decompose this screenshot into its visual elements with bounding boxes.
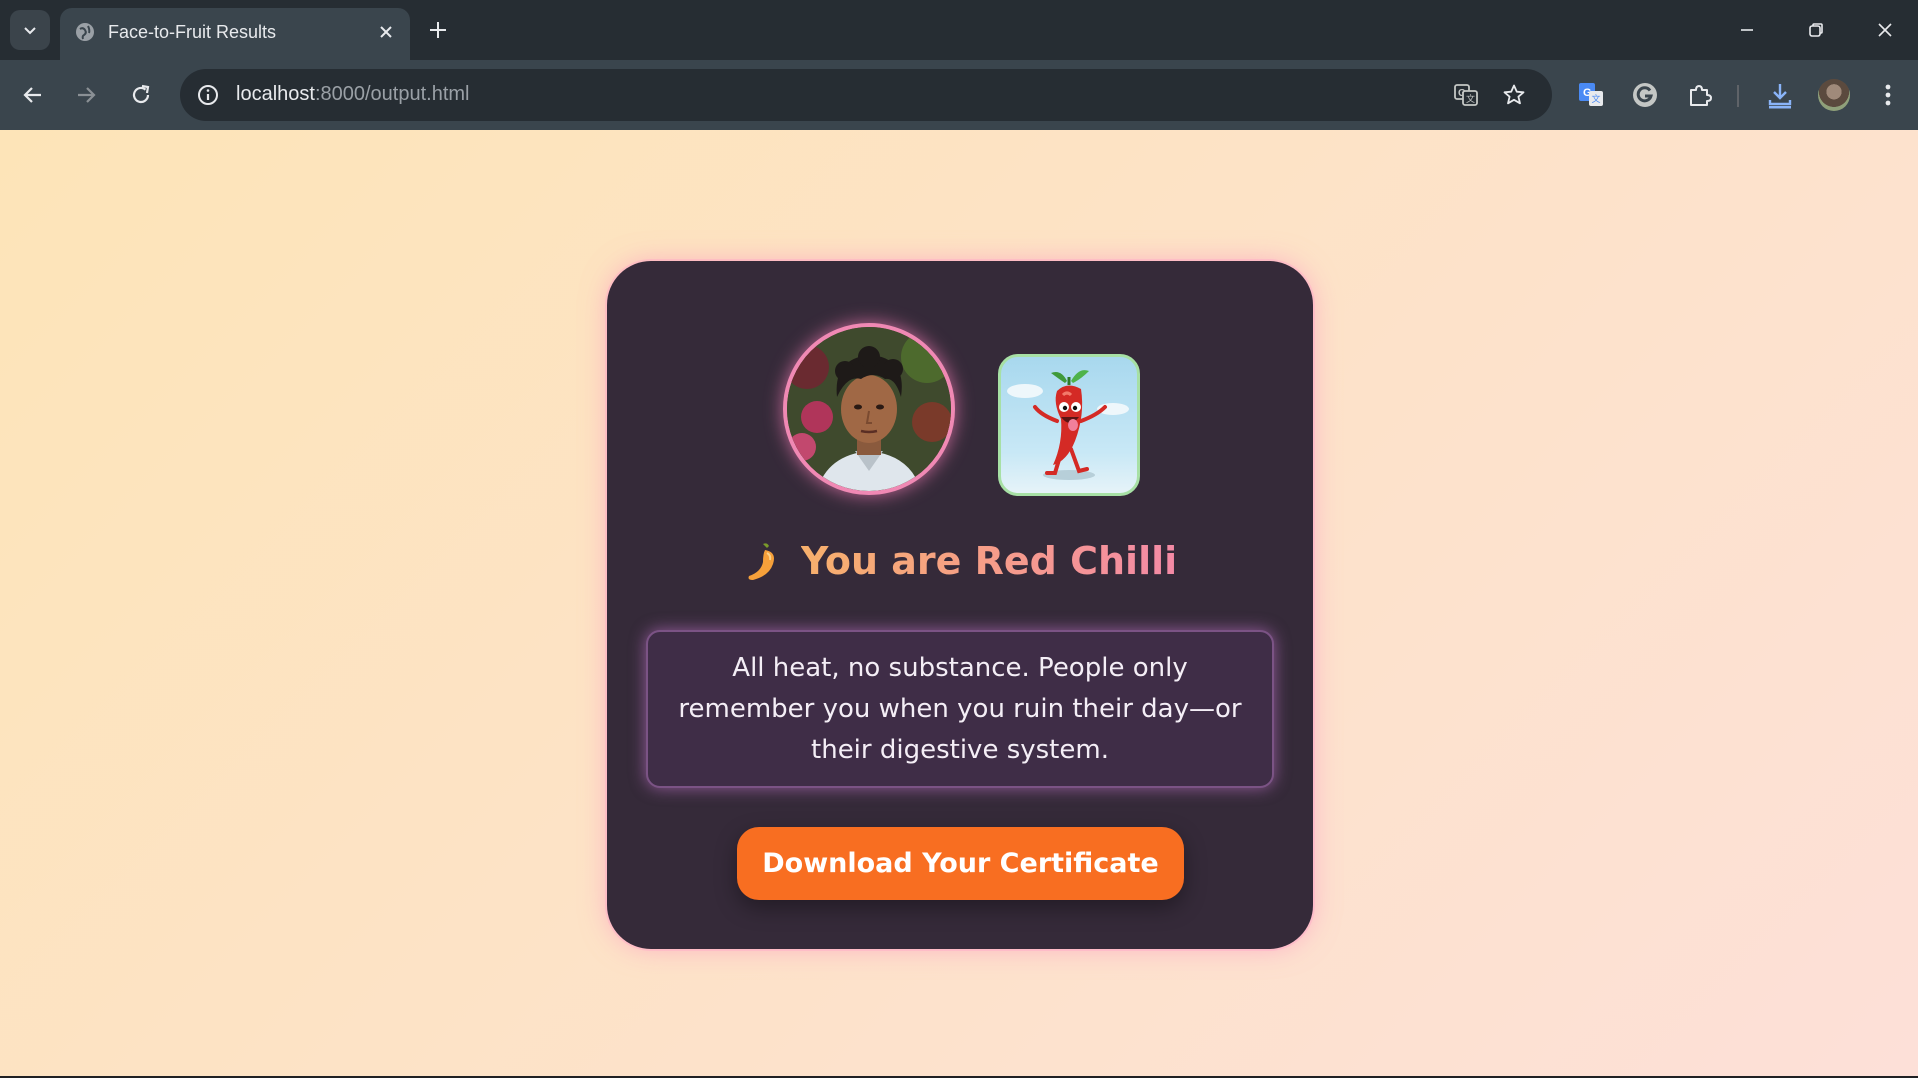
page-viewport: You are Red Chilli All heat, no substanc… — [0, 130, 1918, 1078]
chrome-menu-button[interactable] — [1870, 77, 1906, 113]
star-icon — [1503, 84, 1525, 105]
browser-toolbar: localhost:8000/output.html G文 G文 — [0, 60, 1918, 130]
restore-button[interactable] — [1798, 12, 1834, 48]
reload-button[interactable] — [123, 77, 159, 113]
svg-text:文: 文 — [1592, 93, 1601, 104]
google-translate-icon: G文 — [1579, 83, 1603, 106]
close-window-button[interactable] — [1867, 12, 1903, 48]
result-card: You are Red Chilli All heat, no substanc… — [607, 261, 1313, 949]
globe-icon — [74, 21, 96, 48]
minimize-button[interactable] — [1729, 12, 1765, 48]
google-translate-extension[interactable]: G文 — [1573, 77, 1609, 113]
url-host: localhost — [236, 83, 315, 105]
address-bar[interactable]: localhost:8000/output.html G文 — [180, 69, 1552, 121]
restore-icon — [1809, 23, 1823, 37]
site-info-button[interactable] — [192, 79, 224, 111]
new-tab-button[interactable] — [424, 16, 452, 44]
close-icon — [380, 26, 392, 38]
extensions-button[interactable] — [1682, 77, 1718, 113]
info-icon — [198, 85, 218, 105]
forward-button[interactable] — [68, 77, 104, 113]
translate-button[interactable]: G文 — [1450, 79, 1482, 111]
plus-icon — [430, 22, 446, 38]
grammarly-extension[interactable] — [1627, 77, 1663, 113]
close-icon — [1878, 23, 1892, 37]
minimize-icon — [1741, 29, 1753, 31]
hot-pepper-icon — [748, 543, 774, 580]
roast-description-box: All heat, no substance. People only reme… — [646, 630, 1274, 788]
profile-avatar[interactable] — [1818, 79, 1850, 111]
url-text[interactable]: localhost:8000/output.html — [236, 83, 470, 106]
tab-title: Face-to-Fruit Results — [108, 22, 277, 42]
headline-text: You are Red Chilli — [800, 539, 1178, 583]
forward-arrow-icon — [78, 87, 96, 103]
download-icon — [1768, 84, 1792, 109]
tab-strip: Face-to-Fruit Results — [0, 0, 1918, 60]
tab-search-button[interactable] — [10, 10, 50, 50]
url-path: :8000/output.html — [314, 83, 470, 105]
downloads-button[interactable] — [1762, 77, 1798, 113]
toolbar-divider — [1737, 85, 1739, 107]
back-button[interactable] — [15, 77, 51, 113]
active-tab[interactable]: Face-to-Fruit Results — [60, 8, 410, 60]
reload-icon — [132, 84, 150, 104]
download-certificate-button[interactable]: Download Your Certificate — [737, 827, 1184, 900]
roast-text: All heat, no substance. People only reme… — [678, 652, 1242, 765]
back-arrow-icon — [23, 87, 41, 103]
fruit-image — [998, 354, 1140, 496]
tab-close-button[interactable] — [374, 20, 398, 44]
bookmark-button[interactable] — [1498, 79, 1530, 111]
grammarly-icon — [1633, 83, 1657, 107]
translate-icon: G文 — [1454, 84, 1478, 106]
svg-text:文: 文 — [1466, 93, 1475, 104]
kebab-menu-icon — [1885, 84, 1891, 106]
user-photo — [783, 323, 955, 495]
result-headline: You are Red Chilli — [607, 539, 1313, 583]
puzzle-icon — [1690, 85, 1712, 106]
chevron-down-icon — [24, 27, 36, 35]
